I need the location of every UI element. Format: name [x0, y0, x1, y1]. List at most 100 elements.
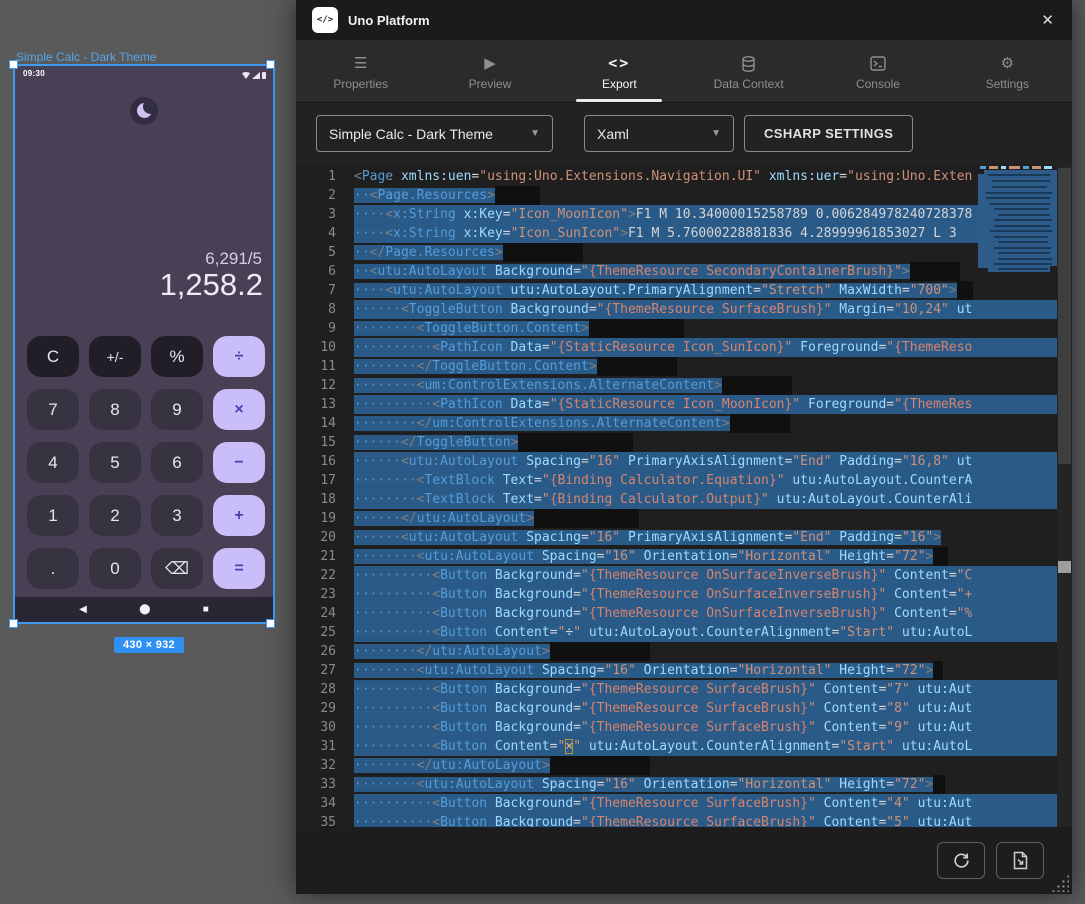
calc-key-+/-[interactable]: +/- — [89, 336, 141, 377]
code-line: 25··········<Button Content="÷" utu:Auto… — [296, 623, 1057, 642]
app-logo-icon: </> — [312, 7, 338, 33]
tab-properties[interactable]: ☰ Properties — [296, 40, 425, 102]
code-line: 31··········<Button Content="×" utu:Auto… — [296, 737, 1057, 756]
calc-key-3[interactable]: 3 — [151, 495, 203, 536]
theme-toggle-button[interactable] — [130, 97, 158, 125]
play-icon: ▶ — [484, 55, 496, 72]
calc-key-+[interactable]: + — [213, 495, 265, 536]
code-line: 22··········<Button Background="{ThemeRe… — [296, 566, 1057, 585]
calc-key-C[interactable]: C — [27, 336, 79, 377]
calc-key-2[interactable]: 2 — [89, 495, 141, 536]
theme-dropdown[interactable]: Simple Calc - Dark Theme ▼ — [316, 115, 553, 152]
code-line: 29··········<Button Background="{ThemeRe… — [296, 699, 1057, 718]
selection-handle-br[interactable] — [266, 619, 275, 628]
scrollbar-thumb[interactable] — [1058, 168, 1071, 464]
calc-key-7[interactable]: 7 — [27, 389, 79, 430]
calc-key-5[interactable]: 5 — [89, 442, 141, 483]
statusbar-icons — [242, 71, 266, 79]
format-dropdown[interactable]: Xaml ▼ — [584, 115, 734, 152]
code-line: 18········<TextBlock Text="{Binding Calc… — [296, 490, 1057, 509]
code-line: 24··········<Button Background="{ThemeRe… — [296, 604, 1057, 623]
selection-handle-bl[interactable] — [9, 619, 18, 628]
line-number: 31 — [296, 737, 336, 756]
code-icon: <> — [608, 55, 630, 72]
calc-key-0[interactable]: 0 — [89, 548, 141, 589]
resize-grip[interactable] — [1051, 874, 1069, 892]
line-number: 8 — [296, 300, 336, 319]
editor-scrollbar[interactable] — [1057, 164, 1072, 827]
selection-handle-tr[interactable] — [266, 60, 275, 69]
calc-key-8[interactable]: 8 — [89, 389, 141, 430]
code-line: 12········<um:ControlExtensions.Alternat… — [296, 376, 1057, 395]
calc-key-1[interactable]: 1 — [27, 495, 79, 536]
code-line: 16······<utu:AutoLayout Spacing="16" Pri… — [296, 452, 1057, 471]
file-export-icon — [1012, 851, 1029, 870]
nav-back-icon[interactable]: ◀ — [79, 597, 87, 622]
line-number: 33 — [296, 775, 336, 794]
calc-key-.[interactable]: . — [27, 548, 79, 589]
minimap[interactable] — [978, 165, 1057, 277]
line-number: 15 — [296, 433, 336, 452]
close-icon[interactable]: ✕ — [1041, 11, 1054, 29]
statusbar-time: 09:30 — [23, 69, 45, 78]
line-number: 13 — [296, 395, 336, 414]
frame-label[interactable]: Simple Calc - Dark Theme — [16, 50, 156, 64]
tab-console[interactable]: Console — [813, 40, 942, 102]
line-number: 4 — [296, 224, 336, 243]
line-number: 27 — [296, 661, 336, 680]
bottom-bar — [296, 827, 1072, 894]
refresh-button[interactable] — [937, 842, 985, 879]
line-number: 14 — [296, 414, 336, 433]
tab-preview[interactable]: ▶ Preview — [425, 40, 554, 102]
nav-recents-icon[interactable]: ■ — [203, 597, 209, 622]
line-number: 11 — [296, 357, 336, 376]
code-line: 8······<ToggleButton Background="{ThemeR… — [296, 300, 1057, 319]
calc-key-=[interactable]: = — [213, 548, 265, 589]
phone-frame[interactable]: 09:30 6,291/5 1,258.2 C+/-%÷ 789× 456− 123+… — [13, 64, 275, 624]
export-file-button[interactable] — [996, 842, 1044, 879]
code-line: 5··</Page.Resources> — [296, 243, 1057, 262]
calc-key-4[interactable]: 4 — [27, 442, 79, 483]
code-line: 2··<Page.Resources> — [296, 186, 1057, 205]
calculator-equation: 6,291/5 — [205, 249, 262, 269]
line-number: 6 — [296, 262, 336, 281]
calc-key-⌫[interactable]: ⌫ — [151, 548, 203, 589]
minimap-selection — [978, 170, 1057, 272]
code-line: 14········</um:ControlExtensions.Alterna… — [296, 414, 1057, 433]
line-number: 29 — [296, 699, 336, 718]
code-line: 27········<utu:AutoLayout Spacing="16" O… — [296, 661, 1057, 680]
line-number: 7 — [296, 281, 336, 300]
line-number: 1 — [296, 167, 336, 186]
design-canvas[interactable]: Simple Calc - Dark Theme 09:30 6,291/5 1… — [0, 0, 296, 904]
nav-home-icon[interactable]: ⬤ — [139, 597, 150, 622]
scrollbar-thumb-small[interactable] — [1058, 561, 1071, 573]
code-line: 10··········<PathIcon Data="{StaticResou… — [296, 338, 1057, 357]
tab-data-context[interactable]: Data Context — [684, 40, 813, 102]
selection-handle-tl[interactable] — [9, 60, 18, 69]
code-line: 33········<utu:AutoLayout Spacing="16" O… — [296, 775, 1057, 794]
code-editor[interactable]: 1<Page xmlns:uen="using:Uno.Extensions.N… — [296, 164, 1072, 827]
tab-export[interactable]: <> Export — [555, 40, 684, 102]
calc-key-÷[interactable]: ÷ — [213, 336, 265, 377]
line-number: 23 — [296, 585, 336, 604]
chevron-down-icon: ▼ — [518, 128, 540, 139]
calc-key-×[interactable]: × — [213, 389, 265, 430]
line-number: 12 — [296, 376, 336, 395]
calc-key-−[interactable]: − — [213, 442, 265, 483]
csharp-settings-button[interactable]: CSHARP SETTINGS — [744, 115, 913, 152]
calc-key-%[interactable]: % — [151, 336, 203, 377]
calc-key-9[interactable]: 9 — [151, 389, 203, 430]
calculator-output: 1,258.2 — [160, 267, 263, 303]
code-line: 35··········<Button Background="{ThemeRe… — [296, 813, 1057, 827]
calc-key-6[interactable]: 6 — [151, 442, 203, 483]
code-line: 30··········<Button Background="{ThemeRe… — [296, 718, 1057, 737]
code-line: 19······</utu:AutoLayout> — [296, 509, 1057, 528]
tab-settings[interactable]: ⚙ Settings — [943, 40, 1072, 102]
line-number: 18 — [296, 490, 336, 509]
android-navbar: ◀ ⬤ ■ — [15, 597, 273, 622]
terminal-icon — [870, 55, 886, 72]
code-line: 17········<TextBlock Text="{Binding Calc… — [296, 471, 1057, 490]
line-number: 19 — [296, 509, 336, 528]
code-lines: 1<Page xmlns:uen="using:Uno.Extensions.N… — [296, 167, 1057, 827]
code-line: 11········</ToggleButton.Content> — [296, 357, 1057, 376]
